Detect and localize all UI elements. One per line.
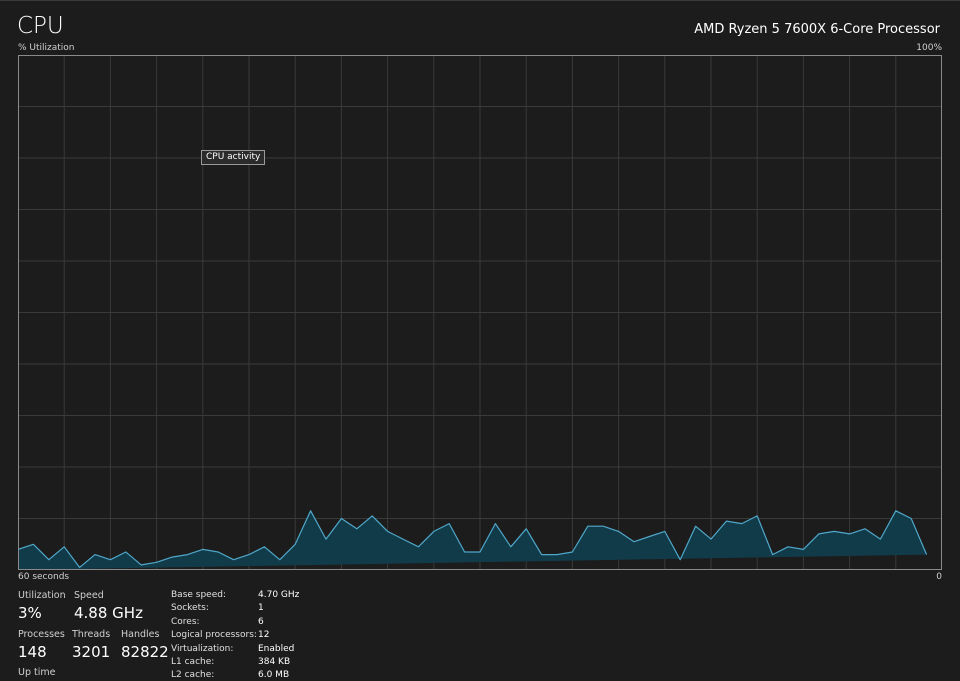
- cpu-sample-point: [833, 530, 836, 533]
- cpu-sample-point: [47, 558, 50, 561]
- cpu-sample-point: [124, 551, 127, 554]
- spec-value-l2-cache: 6.0 MB: [258, 670, 290, 680]
- spec-label-base-speed: Base speed:: [171, 590, 226, 600]
- cpu-sample-point: [802, 548, 805, 551]
- cpu-sample-point: [663, 530, 666, 533]
- utilization-label: Utilization: [18, 590, 66, 601]
- speed-value: 4.88 GHz: [74, 604, 143, 622]
- handles-value: 82822: [121, 643, 169, 661]
- cpu-sample-point: [325, 538, 328, 541]
- graph-grid: [18, 55, 942, 570]
- cpu-utilization-area: [18, 510, 927, 570]
- spec-value-base-speed: 4.70 GHz: [258, 590, 300, 600]
- cpu-sample-point: [679, 558, 682, 561]
- cpu-sample-point: [617, 530, 620, 533]
- cpu-sample-point: [309, 509, 312, 512]
- cpu-sample-point: [848, 532, 851, 535]
- spec-label-logical-processors: Logical processors:: [171, 630, 257, 640]
- cpu-sample-point: [448, 522, 451, 525]
- cpu-sample-point: [602, 525, 605, 528]
- cpu-sample-point: [371, 514, 374, 517]
- cpu-sample-point: [633, 540, 636, 543]
- spec-value-virtualization: Enabled: [258, 644, 295, 654]
- cpu-sample-point: [94, 553, 97, 556]
- cpu-sample-point: [232, 558, 235, 561]
- uptime-label: Up time: [18, 667, 56, 678]
- cpu-activity-tooltip: CPU activity: [201, 150, 266, 165]
- spec-label-l1-cache: L1 cache:: [171, 657, 215, 667]
- cpu-sample-point: [386, 530, 389, 533]
- spec-label-virtualization: Virtualization:: [171, 644, 234, 654]
- spec-label-l2-cache: L2 cache:: [171, 670, 215, 680]
- speed-label: Speed: [74, 590, 104, 601]
- cpu-sample-point: [771, 553, 774, 556]
- utilization-axis-max: 100%: [916, 43, 942, 53]
- cpu-sample-point: [740, 522, 743, 525]
- cpu-sample-point: [525, 527, 528, 530]
- cpu-sample-point: [263, 545, 266, 548]
- cpu-sample-point: [817, 532, 820, 535]
- cpu-sample-point: [879, 538, 882, 541]
- cpu-sample-point: [556, 553, 559, 556]
- cpu-sample-point: [294, 543, 297, 546]
- spec-value-logical-processors: 12: [258, 630, 270, 640]
- cpu-sample-point: [63, 545, 66, 548]
- cpu-sample-point: [540, 553, 543, 556]
- cpu-sample-point: [402, 538, 405, 541]
- cpu-sample-point: [171, 556, 174, 559]
- utilization-value: 3%: [18, 604, 42, 622]
- cpu-sample-point: [494, 522, 497, 525]
- threads-label: Threads: [72, 629, 111, 640]
- cpu-sample-point: [894, 509, 897, 512]
- cpu-sample-point: [186, 553, 189, 556]
- utilization-axis-label: % Utilization: [18, 43, 75, 53]
- cpu-sample-point: [479, 551, 482, 554]
- cpu-sample-point: [586, 525, 589, 528]
- processor-name: AMD Ryzen 5 7600X 6-Core Processor: [694, 22, 940, 37]
- cpu-sample-point: [925, 553, 928, 556]
- cpu-sample-point: [725, 520, 728, 523]
- processes-label: Processes: [18, 629, 65, 640]
- cpu-sample-point: [571, 551, 574, 554]
- cpu-sample-point: [648, 535, 651, 538]
- cpu-sample-point: [355, 527, 358, 530]
- cpu-utilization-graph[interactable]: [18, 55, 942, 570]
- cpu-sample-point: [78, 566, 81, 569]
- processes-value: 148: [18, 643, 47, 661]
- cpu-sample-point: [140, 563, 143, 566]
- cpu-sample-point: [32, 543, 35, 546]
- cpu-sample-point: [910, 517, 913, 520]
- cpu-sample-point: [756, 514, 759, 517]
- time-axis-left-label: 60 seconds: [18, 572, 70, 582]
- cpu-sample-point: [694, 525, 697, 528]
- threads-value: 3201: [72, 643, 111, 661]
- cpu-sample-point: [278, 558, 281, 561]
- cpu-sample-point: [787, 545, 790, 548]
- spec-value-cores: 6: [258, 617, 264, 627]
- time-axis-right-label: 0: [936, 572, 942, 582]
- spec-label-sockets: Sockets:: [171, 603, 209, 613]
- cpu-sample-point: [463, 551, 466, 554]
- cpu-sample-point: [201, 548, 204, 551]
- spec-value-l1-cache: 384 KB: [258, 657, 291, 667]
- cpu-sample-point: [248, 553, 251, 556]
- top-divider: [0, 0, 960, 1]
- cpu-sample-point: [340, 517, 343, 520]
- cpu-sample-point: [217, 551, 220, 554]
- handles-label: Handles: [121, 629, 160, 640]
- spec-value-sockets: 1: [258, 603, 264, 613]
- cpu-sample-point: [432, 530, 435, 533]
- cpu-sample-point: [155, 561, 158, 564]
- cpu-sample-point: [864, 527, 867, 530]
- cpu-sample-point: [509, 545, 512, 548]
- cpu-sample-point: [109, 558, 112, 561]
- cpu-sample-point: [417, 545, 420, 548]
- page-title: CPU: [17, 13, 64, 39]
- cpu-sample-point: [710, 538, 713, 541]
- spec-label-cores: Cores:: [171, 617, 200, 627]
